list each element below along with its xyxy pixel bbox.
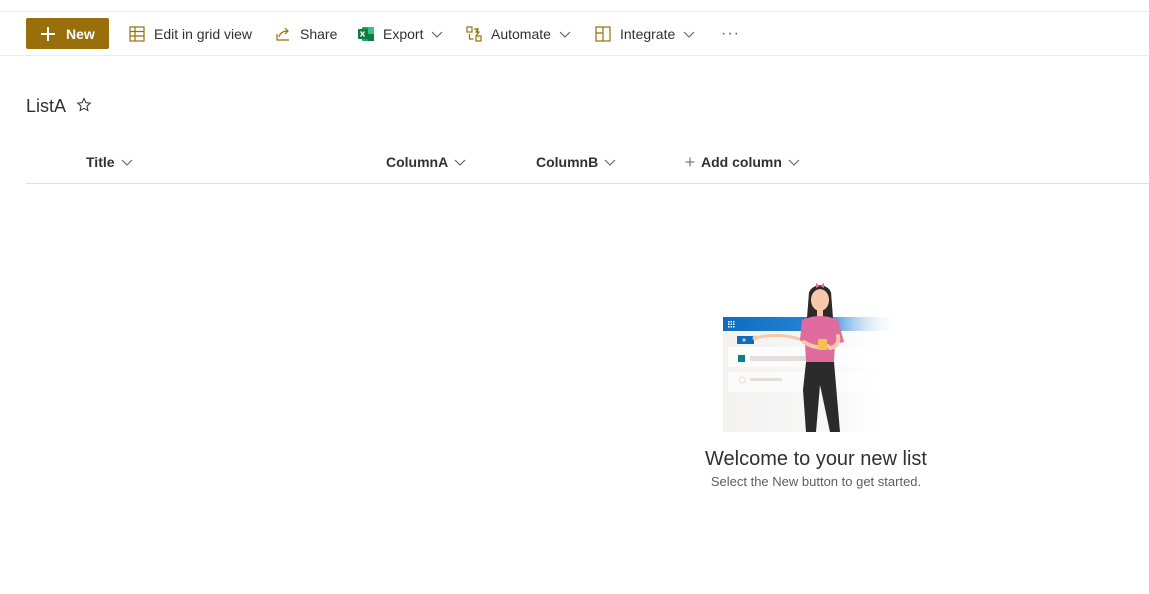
chevron-down-icon: [454, 159, 466, 166]
empty-state-heading: Welcome to your new list: [705, 448, 927, 470]
column-header-label: ColumnA: [386, 154, 449, 170]
page-title: ListA: [26, 96, 67, 116]
empty-state-subtext: Select the New button to get started.: [710, 474, 922, 489]
chevron-down-icon: [432, 31, 443, 38]
chevron-down-icon: [559, 31, 571, 38]
chevron-down-icon: [604, 159, 616, 166]
add-column-button[interactable]: Add column: [685, 142, 800, 182]
more-icon[interactable]: ···: [721, 18, 740, 49]
new-button[interactable]: New: [26, 18, 109, 49]
empty-list-illustration: [723, 283, 898, 432]
grid-icon: [129, 25, 145, 42]
add-column-label: Add column: [701, 154, 782, 170]
integrate-label: Integrate: [620, 25, 676, 42]
star-icon[interactable]: [76, 97, 92, 113]
edit-grid-view-label: Edit in grid view: [154, 25, 253, 42]
plus-icon: [685, 157, 695, 167]
chevron-down-icon: [788, 159, 800, 166]
command-bar: New Edit in grid view Share Export Autom…: [0, 11, 1149, 56]
new-button-label: New: [66, 25, 95, 42]
chevron-down-icon: [683, 31, 695, 38]
share-button[interactable]: Share: [274, 18, 337, 49]
app-root: New Edit in grid view Share Export Autom…: [0, 0, 1149, 594]
automate-button[interactable]: Automate: [465, 18, 571, 49]
export-label: Export: [383, 25, 424, 42]
integrate-button[interactable]: Integrate: [594, 18, 695, 49]
column-header-label: ColumnB: [536, 154, 599, 170]
excel-icon: [358, 26, 374, 41]
column-header-title[interactable]: Title: [86, 142, 133, 182]
share-icon: [276, 27, 289, 41]
integrate-icon: [595, 25, 611, 42]
column-header-columnb[interactable]: ColumnB: [536, 142, 616, 182]
chevron-down-icon: [121, 159, 132, 166]
edit-grid-view-button[interactable]: Edit in grid view: [128, 18, 252, 49]
plus-icon: [41, 26, 55, 41]
column-header-label: Title: [86, 154, 115, 170]
automate-icon: [466, 25, 482, 42]
export-button[interactable]: Export: [357, 18, 443, 49]
share-label: Share: [300, 25, 338, 42]
column-header-columna[interactable]: ColumnA: [386, 142, 466, 182]
column-header-row: Title ColumnA ColumnB Add column: [26, 142, 1149, 184]
automate-label: Automate: [491, 25, 551, 42]
